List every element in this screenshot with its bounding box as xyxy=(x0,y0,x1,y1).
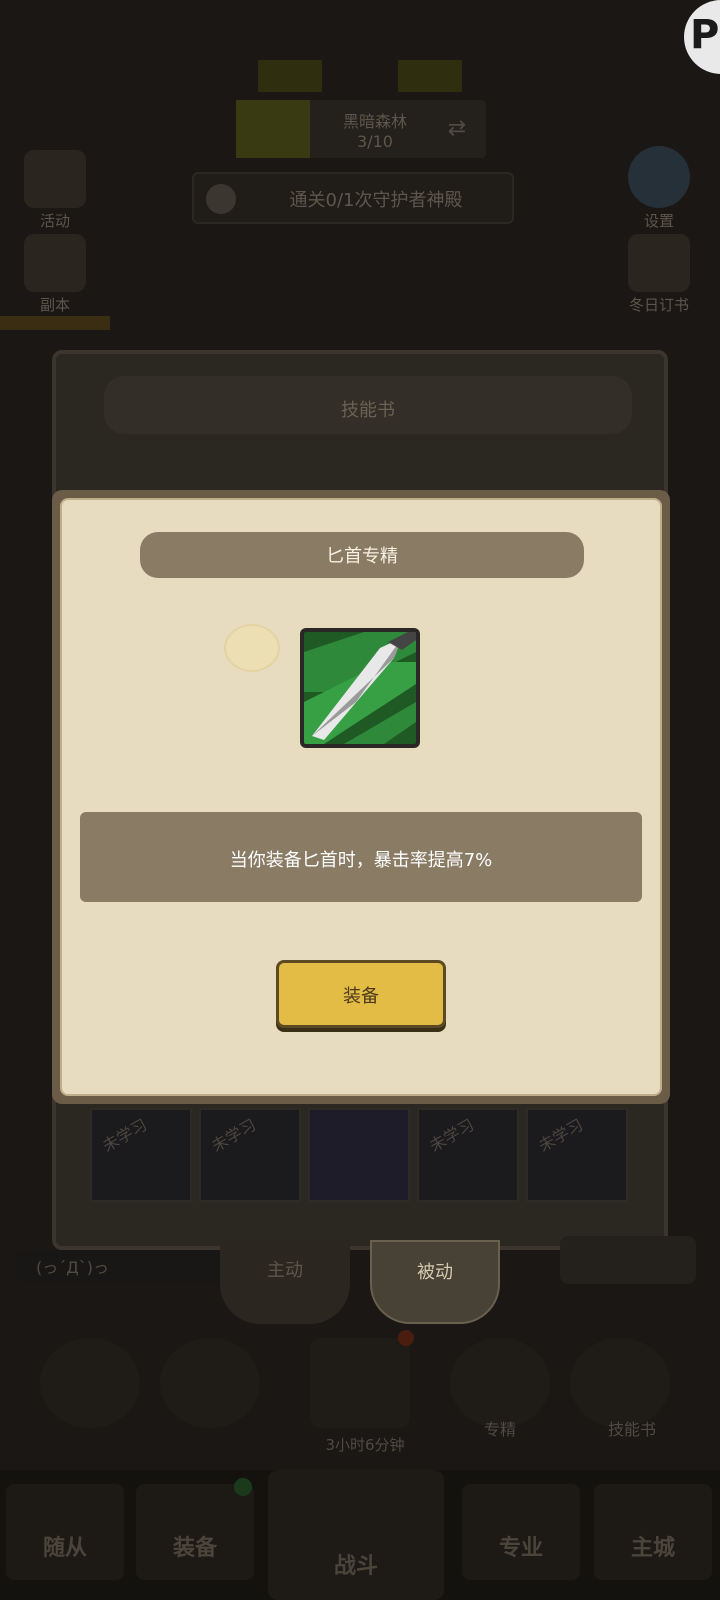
right-pill-button xyxy=(560,1236,696,1284)
skill-slot xyxy=(308,1108,410,1202)
mastery-label: 专精 xyxy=(483,1420,516,1439)
stage-name: 黑暗森林 xyxy=(342,112,407,131)
skill-slot: 未学习 xyxy=(526,1108,628,1202)
skill-row-icon xyxy=(310,1338,410,1428)
equip-button-label: 装备 xyxy=(343,986,379,1007)
side-button-label: 活动 xyxy=(39,212,70,230)
stage-progress: 3/10 xyxy=(357,132,393,151)
nav-item-battle xyxy=(268,1470,444,1600)
coin-icon xyxy=(224,624,280,672)
nav-item-followers: 随从 xyxy=(6,1484,124,1580)
dagger-icon xyxy=(300,628,420,748)
nav-item-profession: 专业 xyxy=(462,1484,580,1580)
side-button-label: 副本 xyxy=(39,296,70,314)
skill-slot: 未学习 xyxy=(90,1108,192,1202)
dialog-title: 匕首专精 xyxy=(326,546,398,567)
skill-book-label: 技能书 xyxy=(607,1420,656,1439)
quest-text: 通关0/1次守护者神殿 xyxy=(289,190,463,211)
overlay-badge-glyph: P xyxy=(690,12,720,58)
nav-item-equipment: 装备 xyxy=(136,1484,254,1580)
chat-bar: (っ´Д`)っ xyxy=(16,1250,226,1282)
nav-battle-label: 战斗 xyxy=(333,1554,378,1579)
quest-icon xyxy=(206,184,236,214)
gear-icon xyxy=(628,146,690,208)
event-progress-strip xyxy=(0,316,110,330)
side-button-dungeon: 副本 xyxy=(12,234,98,315)
slot-status: 未学习 xyxy=(99,1115,151,1156)
skill-description: 当你装备匕首时，暴击率提高7% xyxy=(229,850,493,871)
mastery-icon xyxy=(450,1338,550,1428)
side-button-event: 活动 xyxy=(12,150,98,231)
timer-text: 3小时6分钟 xyxy=(325,1436,405,1454)
book-icon xyxy=(628,234,690,292)
side-button-label: 冬日订书 xyxy=(628,296,689,314)
skill-book-icon xyxy=(570,1338,670,1428)
skill-row-icon xyxy=(160,1338,260,1428)
slot-status: 未学习 xyxy=(535,1115,587,1156)
event-chest-icon xyxy=(24,150,86,208)
skill-row-icon xyxy=(40,1338,140,1428)
stage-indicator-right xyxy=(398,60,462,92)
dungeon-icon xyxy=(24,234,86,292)
slot-status: 未学习 xyxy=(426,1115,478,1156)
stage-thumbnail xyxy=(236,100,310,158)
side-button-settings: 设置 xyxy=(616,146,702,231)
skill-slot: 未学习 xyxy=(199,1108,301,1202)
side-button-book: 冬日订书 xyxy=(616,234,702,315)
skill-book-title: 技能书 xyxy=(341,400,395,421)
tab-passive: 被动 xyxy=(370,1240,500,1324)
slot-status: 未学习 xyxy=(208,1115,260,1156)
stage-indicator-left xyxy=(258,60,322,92)
side-button-label: 设置 xyxy=(643,212,674,230)
swap-icon: ⇄ xyxy=(447,116,467,141)
notification-badge xyxy=(398,1330,414,1346)
nav-item-city: 主城 xyxy=(594,1484,712,1580)
nav-badge xyxy=(234,1478,252,1496)
skill-slot: 未学习 xyxy=(417,1108,519,1202)
tab-active: 主动 xyxy=(220,1240,350,1324)
